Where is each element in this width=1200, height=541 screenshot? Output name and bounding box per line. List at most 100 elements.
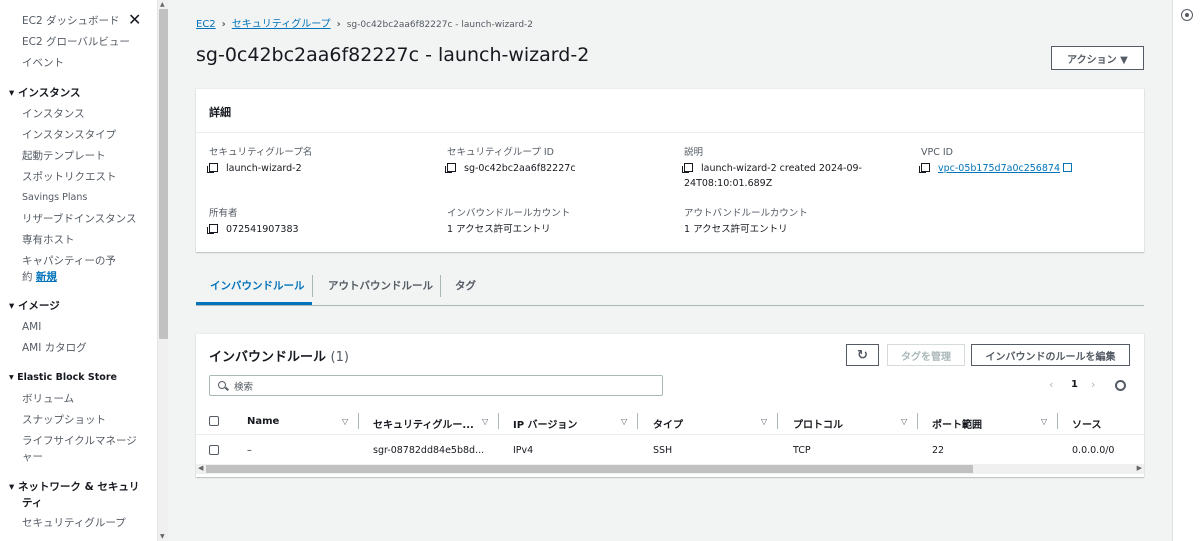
- sidebar-section-network-security-2[interactable]: ティ: [22, 496, 42, 510]
- column-divider[interactable]: [777, 413, 778, 429]
- gear-icon[interactable]: [1115, 380, 1126, 391]
- cell-port-range: 22: [932, 445, 945, 456]
- scroll-down-icon[interactable]: ▼: [160, 533, 165, 540]
- table-header: Name ▽ セキュリティグルー... ▽ IP バージョン ▽ タイプ ▽ プ…: [196, 407, 1144, 435]
- column-divider[interactable]: [358, 413, 359, 429]
- search-icon: [218, 381, 226, 389]
- column-divider[interactable]: [1057, 413, 1058, 429]
- manage-tags-button[interactable]: タグを管理: [887, 344, 965, 366]
- right-rail: [1172, 0, 1200, 541]
- external-link-icon[interactable]: [1062, 163, 1072, 172]
- tab-tags[interactable]: タグ: [455, 278, 476, 293]
- sidebar-item-ami[interactable]: AMI: [22, 320, 41, 334]
- cell-type: SSH: [653, 445, 673, 456]
- sort-icon[interactable]: ▽: [901, 417, 907, 426]
- copy-icon[interactable]: [681, 163, 693, 173]
- breadcrumb-ec2[interactable]: EC2: [196, 19, 216, 30]
- column-divider[interactable]: [917, 413, 918, 429]
- column-protocol[interactable]: プロトコル: [793, 416, 843, 431]
- sidebar-item-lifecycle-manager[interactable]: ライフサイクルマネージ: [22, 434, 137, 448]
- breadcrumb-security-groups[interactable]: セキュリティグループ: [232, 19, 331, 30]
- table-row[interactable]: – sgr-08782dd84e5b8d... IPv4 SSH TCP 22 …: [196, 436, 1144, 464]
- sidebar-item-instance-types[interactable]: インスタンスタイプ: [22, 128, 116, 142]
- column-rule-id[interactable]: セキュリティグルー...: [373, 416, 474, 431]
- sort-icon[interactable]: ▽: [621, 417, 627, 426]
- sort-icon[interactable]: ▽: [342, 417, 348, 426]
- sidebar-item-capacity-reservations-2[interactable]: 約 新規: [22, 270, 57, 284]
- cell-protocol: TCP: [793, 445, 811, 456]
- inbound-count-value: 1 アクセス許可エントリ: [447, 224, 551, 235]
- sidebar-item-ec2-dashboard[interactable]: EC2 ダッシュボード: [22, 14, 119, 28]
- table-horizontal-scrollbar[interactable]: ◀ ▶: [196, 464, 1144, 474]
- row-checkbox[interactable]: [209, 445, 219, 455]
- sidebar-section-network-security[interactable]: ▾ ネットワーク & セキュリ: [9, 480, 139, 494]
- sidebar-section-images[interactable]: ▾ イメージ: [9, 299, 60, 313]
- sidebar-item-launch-templates[interactable]: 起動テンプレート: [22, 149, 106, 163]
- cell-rule-id: sgr-08782dd84e5b8d...: [373, 445, 485, 456]
- previous-page-icon[interactable]: ‹: [1049, 378, 1053, 391]
- scroll-thumb[interactable]: [159, 9, 168, 339]
- sg-name-label: セキュリティグループ名: [209, 147, 313, 158]
- copy-icon[interactable]: [206, 163, 218, 173]
- sidebar-item-snapshots[interactable]: スナップショット: [22, 413, 106, 427]
- sidebar-section-ebs[interactable]: ▾ Elastic Block Store: [9, 371, 117, 385]
- column-type[interactable]: タイプ: [653, 416, 683, 431]
- tab-inbound-rules[interactable]: インバウンドルール: [210, 278, 305, 293]
- owner-value: 072541907383: [226, 224, 299, 235]
- horizontal-scroll-thumb[interactable]: [206, 465, 973, 473]
- copy-icon[interactable]: [918, 163, 930, 173]
- sidebar-item-reserved-instances[interactable]: リザーブドインスタンス: [22, 212, 136, 226]
- search-input[interactable]: 検索: [209, 375, 663, 396]
- vpc-id-field: VPC ID vpc-05b175d7a0c256874: [918, 146, 1072, 176]
- breadcrumb-current: sg-0c42bc2aa6f82227c - launch-wizard-2: [346, 20, 534, 30]
- sg-name-value: launch-wizard-2: [226, 163, 302, 174]
- sidebar-item-security-groups[interactable]: セキュリティグループ: [22, 516, 126, 530]
- sidebar-item-ami-catalog[interactable]: AMI カタログ: [22, 341, 87, 355]
- close-icon[interactable]: ✕: [128, 12, 141, 28]
- details-panel: 詳細 セキュリティグループ名 launch-wizard-2 セキュリティグルー…: [196, 89, 1144, 252]
- sidebar-item-lifecycle-manager-2[interactable]: ャー: [22, 450, 43, 464]
- scroll-left-icon[interactable]: ◀: [198, 464, 203, 472]
- sidebar-item-instances[interactable]: インスタンス: [22, 107, 85, 121]
- sort-icon[interactable]: ▽: [761, 417, 767, 426]
- copy-icon[interactable]: [206, 224, 218, 234]
- vpc-id-link[interactable]: vpc-05b175d7a0c256874: [938, 163, 1060, 174]
- tab-bar: インバウンドルール アウトバウンドルール タグ: [196, 272, 1144, 306]
- scroll-up-icon[interactable]: ▲: [160, 1, 165, 8]
- sort-icon[interactable]: ▽: [482, 417, 488, 426]
- search-placeholder: 検索: [234, 382, 254, 393]
- column-ip-version[interactable]: IP バージョン: [513, 416, 577, 431]
- outbound-count-field: アウトバンドルールカウント 1 アクセス許可エントリ: [684, 207, 808, 237]
- sidebar: ✕ EC2 ダッシュボード EC2 グローバルビュー イベント ▾ インスタンス…: [0, 0, 157, 541]
- settings-icon[interactable]: [1181, 9, 1193, 21]
- select-all-checkbox[interactable]: [209, 416, 219, 426]
- actions-button[interactable]: アクション ▼: [1051, 46, 1144, 70]
- sidebar-item-global-view[interactable]: EC2 グローバルビュー: [22, 35, 130, 49]
- column-divider[interactable]: [498, 413, 499, 429]
- scroll-right-icon[interactable]: ▶: [1137, 464, 1142, 472]
- inbound-rules-panel: インバウンドルール (1) ↻ タグを管理 インバウンドのルールを編集 検索 ‹…: [196, 334, 1144, 477]
- sort-icon[interactable]: ▽: [1041, 417, 1047, 426]
- page-number[interactable]: 1: [1071, 379, 1078, 390]
- description-field: 説明 launch-wizard-2 created 2024-09- 24T0…: [681, 146, 862, 191]
- column-source[interactable]: ソース: [1072, 416, 1102, 431]
- sidebar-item-dedicated-hosts[interactable]: 専有ホスト: [22, 233, 75, 247]
- next-page-icon[interactable]: ›: [1091, 378, 1095, 391]
- edit-inbound-rules-button[interactable]: インバウンドのルールを編集: [971, 344, 1130, 366]
- copy-icon[interactable]: [444, 163, 456, 173]
- sidebar-item-capacity-reservations[interactable]: キャパシティーの予: [22, 254, 116, 268]
- sidebar-item-spot-requests[interactable]: スポットリクエスト: [22, 170, 117, 184]
- column-divider[interactable]: [637, 413, 638, 429]
- column-name[interactable]: Name: [247, 416, 279, 427]
- rules-title: インバウンドルール (1): [209, 350, 349, 365]
- column-port-range[interactable]: ポート範囲: [932, 416, 982, 431]
- refresh-button[interactable]: ↻: [846, 344, 879, 366]
- description-label: 説明: [684, 147, 704, 158]
- cell-ip-version: IPv4: [513, 445, 534, 456]
- tab-outbound-rules[interactable]: アウトバウンドルール: [328, 278, 433, 293]
- sidebar-item-savings-plans[interactable]: Savings Plans: [22, 191, 87, 205]
- sidebar-section-instances[interactable]: ▾ インスタンス: [9, 86, 81, 100]
- sidebar-item-events[interactable]: イベント: [22, 56, 64, 70]
- sidebar-item-volumes[interactable]: ボリューム: [22, 392, 74, 406]
- sidebar-scrollbar[interactable]: ▲ ▼: [157, 0, 168, 541]
